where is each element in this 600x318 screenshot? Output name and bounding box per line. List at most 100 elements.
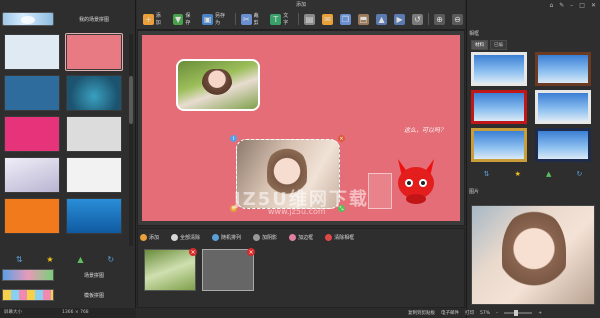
email-button[interactable]: 电子邮件 — [441, 310, 459, 316]
photo-info-handle[interactable]: i — [230, 135, 237, 142]
save-as-icon: ▣ — [202, 13, 214, 25]
pen-icon[interactable]: ✎ — [559, 2, 564, 9]
close-icon[interactable]: ✕ — [591, 2, 596, 9]
email-icon[interactable]: ✉ — [320, 12, 335, 26]
clear-frame-label: 清除相框 — [334, 234, 355, 241]
add-shadow-button[interactable]: 加阴影 — [253, 233, 277, 241]
scene-header[interactable]: 我的场景拼图 — [2, 10, 134, 28]
scene-thumb[interactable] — [66, 198, 122, 234]
zoom-slider[interactable] — [504, 310, 533, 316]
save-button[interactable]: ▼ 保存 — [171, 12, 198, 26]
window-title: 添加 — [295, 2, 306, 8]
add-icon — [140, 233, 147, 241]
window-controls: ⌂ ✎ – □ ✕ — [549, 2, 596, 9]
layer-up-icon[interactable]: ▲ — [374, 12, 389, 26]
collage-canvas[interactable]: i × ↻ ⤡ 这么，可以吗？ JZ5U维网下载 www.jz5u.com — [142, 35, 460, 221]
photo-thumb-selected[interactable]: × — [202, 248, 255, 291]
zoom-out-icon[interactable]: – — [496, 311, 498, 316]
toolbar-divider — [234, 13, 236, 25]
scene-thumb[interactable] — [4, 75, 60, 111]
print-button[interactable]: 打印 — [465, 310, 474, 316]
screen-size-label: 屏幕大小 — [4, 310, 22, 315]
crop-button[interactable]: ✂ 裁剪 — [239, 12, 266, 26]
scene-thumb[interactable] — [4, 34, 60, 70]
star-icon[interactable]: ★ — [46, 255, 53, 264]
scene-thumb-grid — [4, 33, 126, 246]
frame-thumb[interactable] — [471, 52, 527, 86]
text-button[interactable]: T 文字 — [268, 12, 295, 26]
zoom-in-icon[interactable]: + — [538, 311, 542, 316]
copy-icon[interactable]: ❐ — [338, 12, 353, 26]
upload-icon[interactable]: ▲ — [546, 170, 551, 178]
clear-all-button[interactable]: 全部清除 — [171, 233, 201, 241]
scene-collage-tab[interactable]: 场景拼图 — [2, 268, 134, 282]
clear-frame-button[interactable]: 清除相框 — [325, 233, 355, 241]
scene-scrollbar-thumb[interactable] — [129, 76, 133, 124]
photo-delete-handle[interactable]: × — [338, 135, 345, 142]
template-collage-tab[interactable]: 模板拼图 — [2, 288, 134, 302]
print-icon[interactable]: ▤ — [302, 12, 317, 26]
remove-photo-icon[interactable]: × — [189, 248, 197, 256]
add-border-button[interactable]: 加边框 — [289, 233, 314, 241]
sort-icon[interactable]: ⇅ — [16, 255, 23, 264]
frame-grid — [471, 52, 595, 164]
add-button[interactable]: + 添加 — [141, 12, 168, 26]
frame-thumb[interactable] — [471, 90, 527, 124]
border-icon — [289, 233, 297, 241]
layer-down-icon[interactable]: ▶ — [392, 12, 407, 26]
clear-all-label: 全部清除 — [180, 234, 201, 241]
zoom-out-icon[interactable]: ⊖ — [450, 12, 465, 26]
copy-clipboard-button[interactable]: 复制到剪贴板 — [408, 310, 435, 316]
frame-thumb[interactable] — [535, 128, 591, 162]
scene-thumb-selected[interactable] — [65, 33, 123, 71]
remove-photo-icon[interactable]: × — [247, 248, 255, 256]
save-as-button-label: 另存为 — [215, 13, 226, 26]
paste-icon[interactable]: ⬒ — [356, 12, 371, 26]
fox-sticker[interactable] — [394, 155, 438, 205]
frame-thumb[interactable] — [535, 90, 591, 124]
upload-icon[interactable]: ▲ — [77, 255, 83, 264]
decoration-bag[interactable] — [368, 173, 392, 209]
scene-thumb[interactable] — [66, 157, 122, 193]
random-arrange-button[interactable]: 随机排列 — [212, 233, 241, 241]
scene-thumb[interactable] — [4, 198, 60, 234]
tab-edited[interactable]: 已编 — [490, 40, 507, 50]
photo-add-button[interactable]: 添加 — [140, 233, 159, 241]
scene-scrollbar[interactable] — [129, 34, 133, 246]
tab-materials[interactable]: 材料 — [471, 40, 488, 50]
clear-icon — [171, 233, 179, 241]
sort-icon[interactable]: ⇅ — [484, 170, 490, 178]
add-button-label: 添加 — [155, 13, 161, 26]
frames-panel: ⌂ ✎ – □ ✕ 相框 材料 已编 ⇅ ★ ▲ ↻ 图片 — [466, 0, 600, 318]
screen-size-value: 1366 × 768 — [62, 310, 89, 315]
scene-thumb[interactable] — [4, 116, 60, 152]
shuffle-icon — [212, 233, 220, 241]
frame-thumb[interactable] — [535, 52, 591, 86]
refresh-icon[interactable]: ↻ — [107, 255, 114, 264]
scene-thumb[interactable] — [66, 75, 122, 111]
photo-list-panel: 添加 全部清除 随机排列 加阴影 加边框 清除相框 × × — [137, 228, 465, 308]
home-icon[interactable]: ⌂ — [549, 2, 553, 9]
add-border-label: 加边框 — [298, 234, 314, 241]
text-button-label: 文字 — [283, 13, 289, 26]
canvas-caption[interactable]: 这么，可以吗？ — [404, 125, 446, 134]
photo-thumb[interactable]: × — [144, 248, 197, 291]
zoom-level: 57% — [480, 310, 491, 316]
scene-thumb[interactable] — [4, 157, 60, 193]
status-bar: 复制到剪贴板 电子邮件 打印 57% – + — [380, 308, 600, 318]
toolbar-divider — [298, 13, 300, 25]
scene-collage-label: 场景拼图 — [83, 272, 104, 279]
save-icon: ▼ — [172, 13, 184, 25]
undo-icon[interactable]: ↺ — [410, 12, 425, 26]
save-as-button[interactable]: ▣ 另存为 — [200, 12, 232, 26]
refresh-icon[interactable]: ↻ — [577, 170, 583, 178]
frame-thumb[interactable] — [471, 128, 527, 162]
zoom-slider-knob[interactable] — [514, 310, 519, 316]
canvas-photo[interactable] — [176, 59, 260, 111]
star-icon[interactable]: ★ — [515, 170, 521, 178]
canvas-area: i × ↻ ⤡ 这么，可以吗？ JZ5U维网下载 www.jz5u.com — [137, 30, 465, 226]
scene-thumb[interactable] — [66, 116, 122, 152]
minimize-icon[interactable]: – — [570, 2, 573, 9]
zoom-in-icon[interactable]: ⊕ — [432, 12, 447, 26]
maximize-icon[interactable]: □ — [579, 2, 585, 9]
